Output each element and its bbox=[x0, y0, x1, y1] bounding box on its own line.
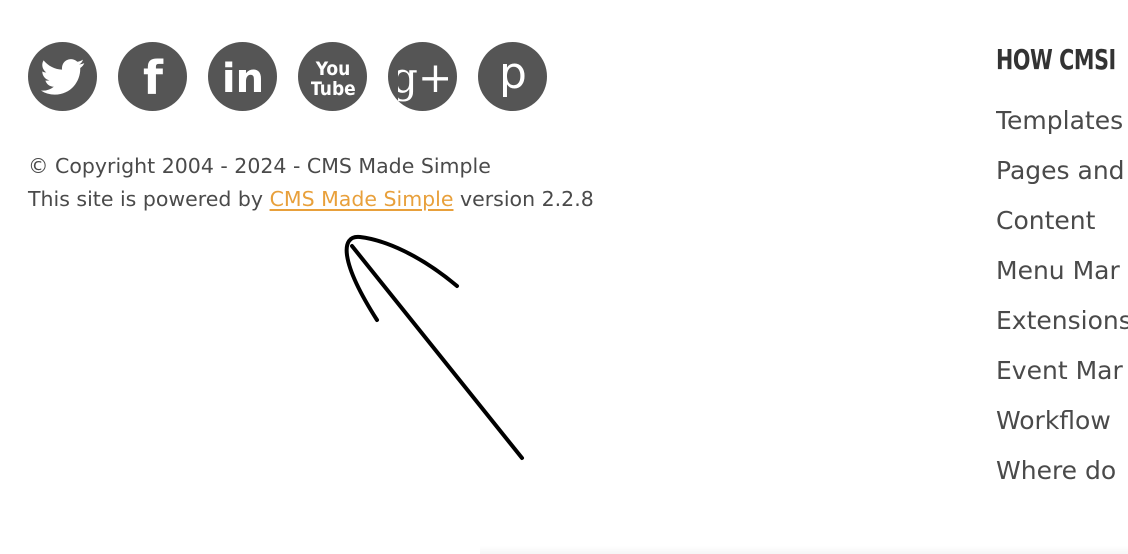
sidebar-item-extensions[interactable]: Extensions bbox=[996, 296, 1128, 346]
how-cms-sidebar: HOW CMSI Templates Pages and Content Men… bbox=[996, 40, 1128, 496]
linkedin-link[interactable]: in bbox=[208, 42, 277, 111]
footer-copyright: © Copyright 2004 - 2024 - CMS Made Simpl… bbox=[28, 150, 594, 216]
pinterest-icon: p bbox=[499, 52, 527, 99]
sidebar-list: Templates Pages and Content Menu Mar Ext… bbox=[996, 96, 1128, 496]
powered-by-text: This site is powered by CMS Made Simple … bbox=[28, 183, 594, 216]
powered-prefix: This site is powered by bbox=[28, 187, 270, 211]
social-links: f in You Tube g+ p bbox=[28, 42, 547, 111]
twitter-link[interactable] bbox=[28, 42, 97, 111]
copyright-text: © Copyright 2004 - 2024 - CMS Made Simpl… bbox=[28, 154, 491, 178]
facebook-icon: f bbox=[142, 54, 163, 100]
sidebar-item-workflow[interactable]: Workflow bbox=[996, 396, 1128, 446]
sidebar-item-where[interactable]: Where do bbox=[996, 446, 1128, 496]
svg-text:You: You bbox=[314, 58, 350, 80]
bottom-shadow bbox=[480, 546, 1128, 554]
svg-text:Tube: Tube bbox=[311, 78, 355, 100]
facebook-link[interactable]: f bbox=[118, 42, 187, 111]
google-plus-link[interactable]: g+ bbox=[388, 42, 457, 111]
twitter-icon bbox=[40, 58, 84, 95]
svg-text:g+: g+ bbox=[398, 53, 448, 102]
powered-suffix: version 2.2.8 bbox=[453, 187, 594, 211]
pinterest-link[interactable]: p bbox=[478, 42, 547, 111]
sidebar-item-templates[interactable]: Templates bbox=[996, 96, 1128, 146]
svg-text:in: in bbox=[221, 56, 263, 100]
sidebar-item-pages[interactable]: Pages and bbox=[996, 146, 1128, 196]
cms-made-simple-link[interactable]: CMS Made Simple bbox=[270, 187, 454, 211]
sidebar-item-content[interactable]: Content bbox=[996, 196, 1128, 246]
svg-text:f: f bbox=[142, 54, 163, 100]
sidebar-item-menu[interactable]: Menu Mar bbox=[996, 246, 1128, 296]
linkedin-icon: in bbox=[221, 56, 263, 100]
svg-text:p: p bbox=[499, 52, 527, 99]
google-plus-icon: g+ bbox=[398, 53, 448, 102]
sidebar-heading: HOW CMSI bbox=[996, 43, 1116, 76]
youtube-link[interactable]: You Tube bbox=[298, 42, 367, 111]
youtube-icon: You Tube bbox=[311, 58, 355, 100]
sidebar-item-event[interactable]: Event Mar bbox=[996, 346, 1128, 396]
